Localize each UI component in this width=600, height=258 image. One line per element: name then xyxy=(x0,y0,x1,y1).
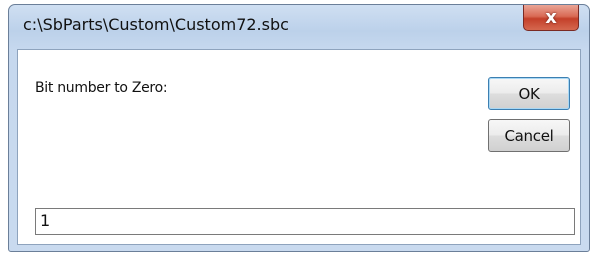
dialog-body: Bit number to Zero: OK Cancel 1 xyxy=(17,49,581,245)
cancel-button[interactable]: Cancel xyxy=(488,119,570,152)
cancel-button-label: Cancel xyxy=(504,126,554,145)
dialog-window: c:\SbParts\Custom\Custom72.sbc x Bit num… xyxy=(8,4,590,252)
window-title: c:\SbParts\Custom\Custom72.sbc xyxy=(23,15,289,34)
title-bar[interactable]: c:\SbParts\Custom\Custom72.sbc x xyxy=(9,5,589,49)
close-icon: x xyxy=(545,6,557,28)
ok-button[interactable]: OK xyxy=(488,77,570,110)
value-input[interactable]: 1 xyxy=(35,208,575,235)
prompt-label: Bit number to Zero: xyxy=(35,80,168,96)
ok-button-label: OK xyxy=(518,84,540,103)
close-button[interactable]: x xyxy=(523,5,579,31)
